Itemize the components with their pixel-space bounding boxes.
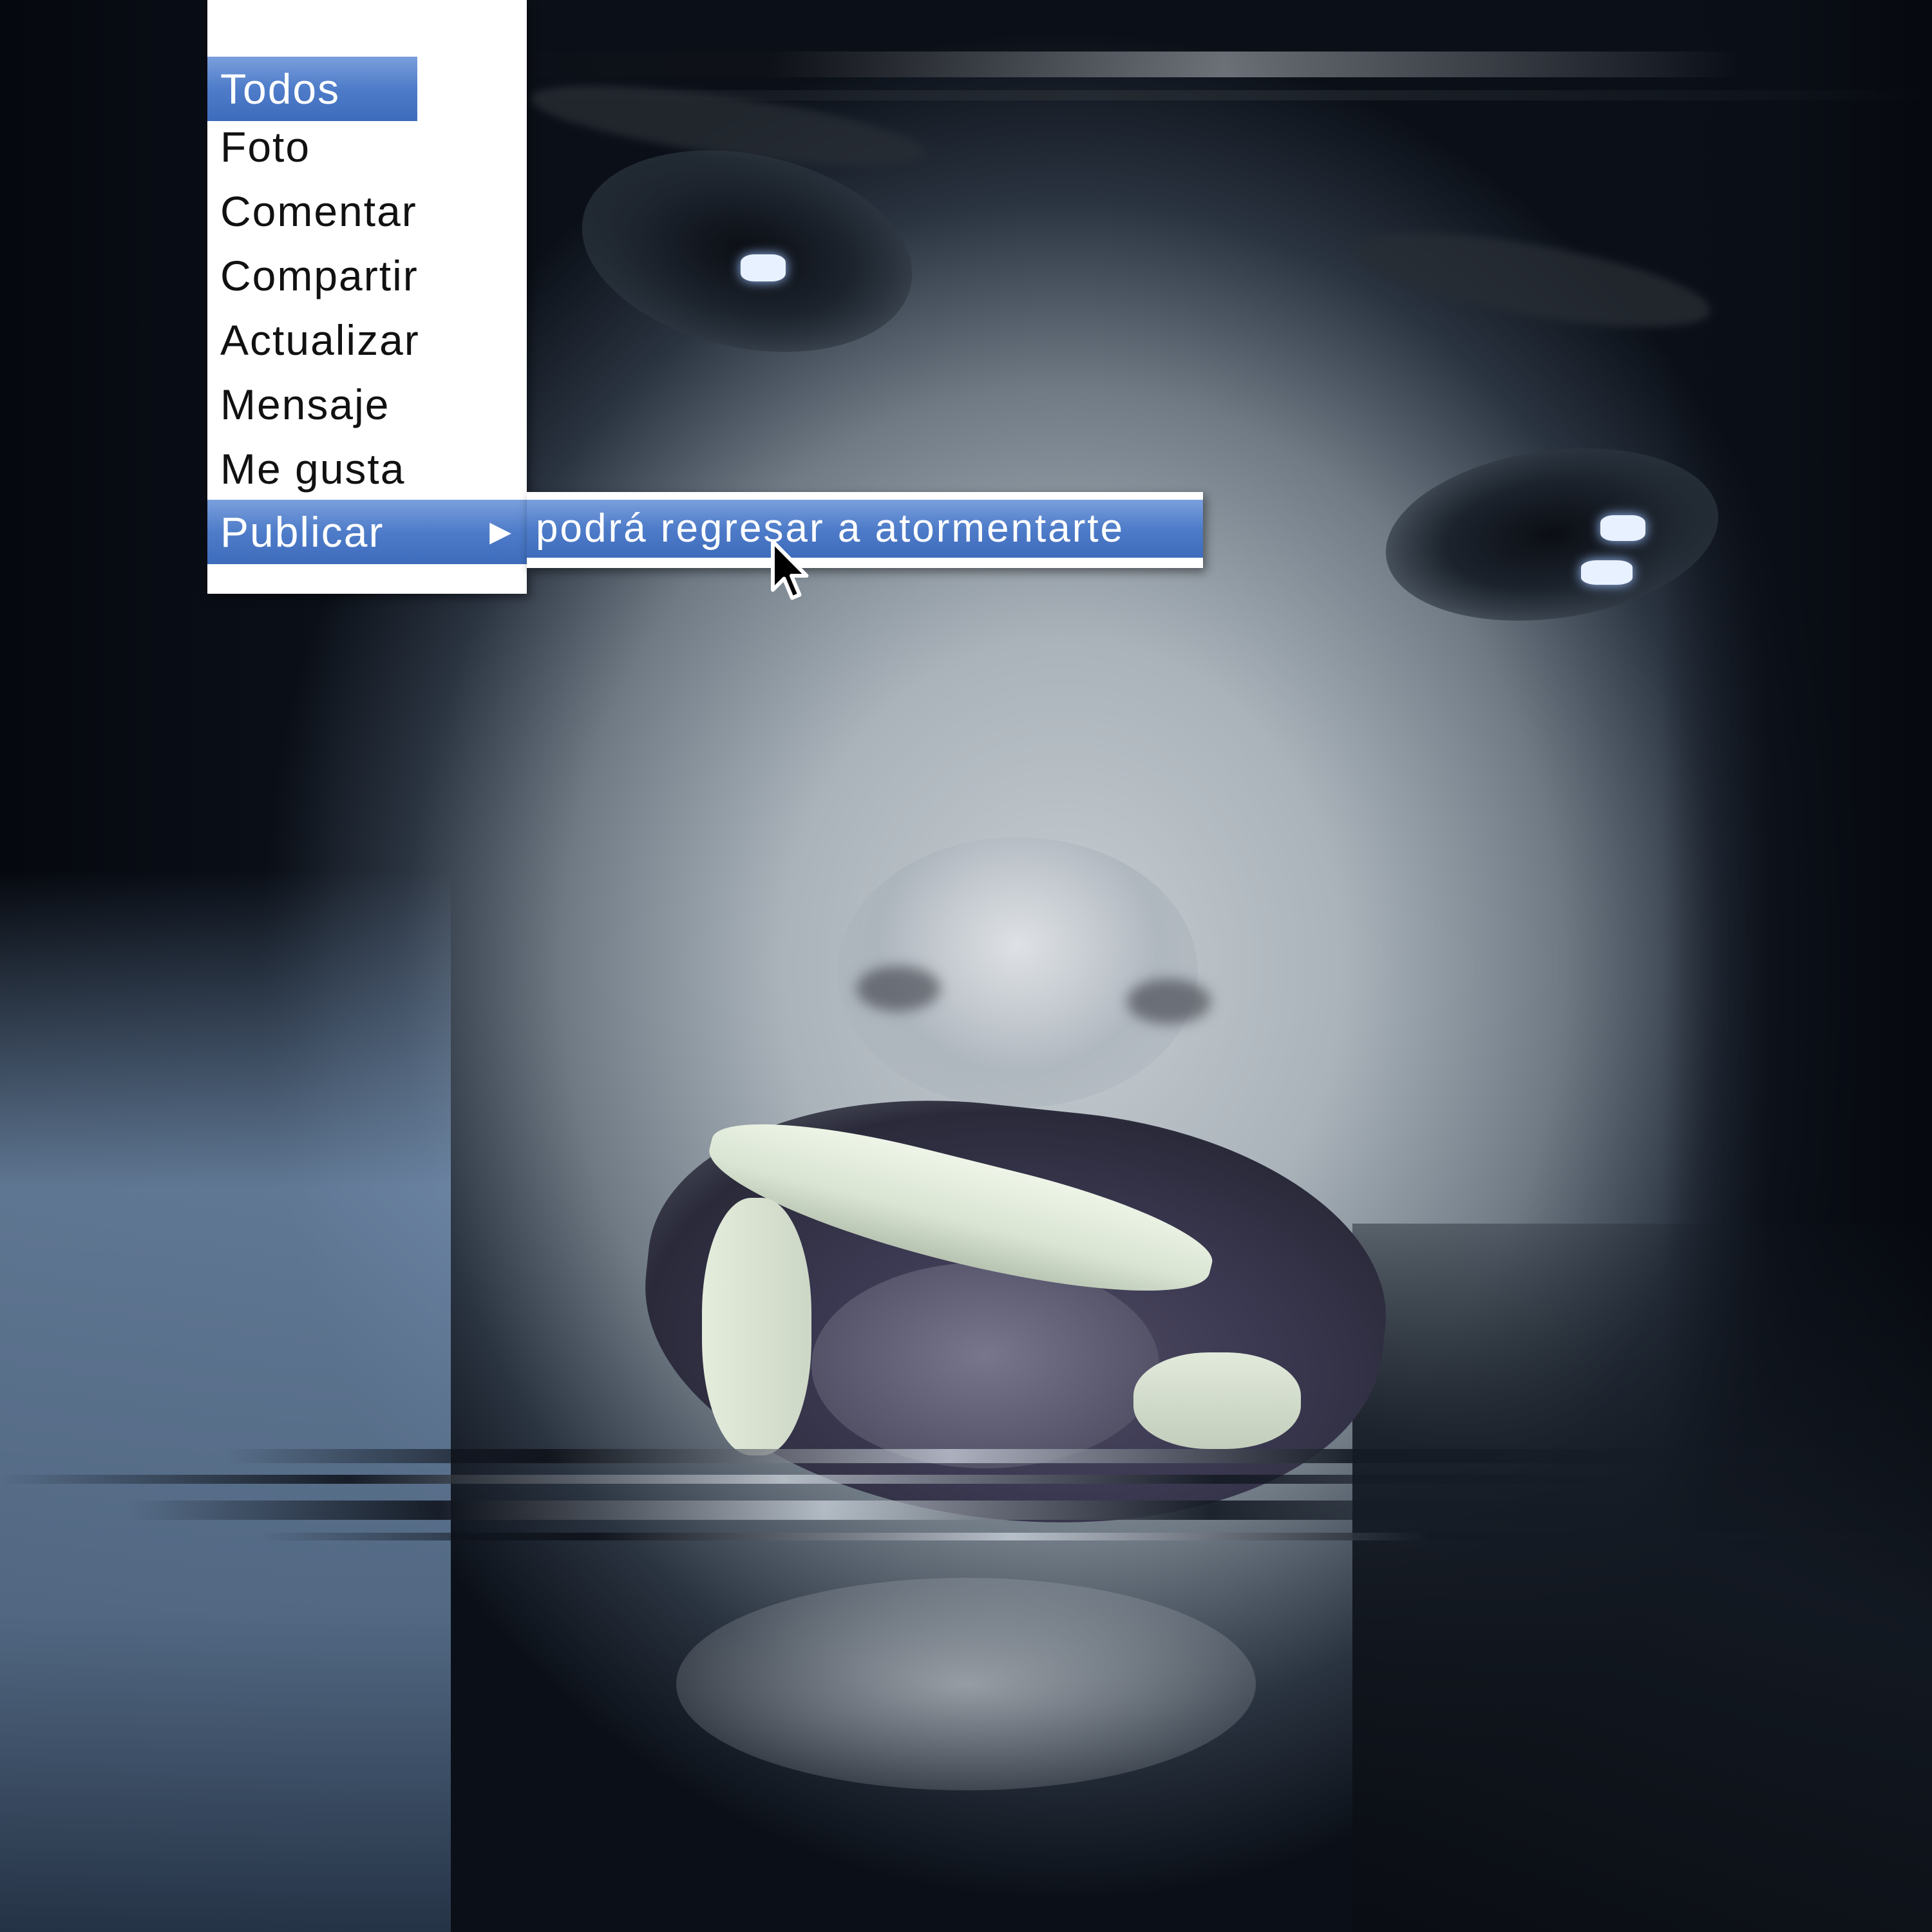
menu-item-label: Actualizar — [220, 316, 420, 364]
glitch-band — [0, 1475, 1739, 1484]
menu-item-label: Comentar — [220, 187, 417, 235]
right-eye-glint-upper — [1600, 515, 1645, 541]
menu-item-compartir[interactable]: Compartir — [207, 243, 527, 308]
glitch-band — [129, 1501, 1674, 1520]
lower-teeth — [1133, 1352, 1301, 1449]
glitch-band — [515, 90, 1932, 100]
context-menu: Todos Foto Comentar Compartir Actualizar… — [207, 0, 527, 594]
menu-item-label: Publicar — [220, 508, 384, 556]
menu-item-mensaje[interactable]: Mensaje — [207, 372, 527, 437]
submenu-item-atormentarte[interactable]: podrá regresar a atormentarte — [527, 500, 1203, 558]
arrow-cursor-icon — [771, 540, 809, 600]
left-nostril — [857, 966, 940, 1011]
menu-item-label: Mensaje — [220, 381, 390, 428]
menu-item-me-gusta[interactable]: Me gusta — [207, 437, 527, 501]
hair-shape — [1352, 1224, 1932, 1932]
menu-item-label: Foto — [220, 123, 311, 171]
jacket-shape — [0, 869, 451, 1932]
tongue — [811, 1262, 1159, 1468]
menu-item-todos[interactable]: Todos — [207, 57, 417, 121]
poster-background: Todos Foto Comentar Compartir Actualizar… — [0, 0, 1932, 1932]
menu-item-actualizar[interactable]: Actualizar — [207, 308, 527, 372]
menu-item-foto[interactable]: Foto — [207, 115, 527, 179]
submenu-item-label: podrá regresar a atormentarte — [536, 506, 1125, 551]
side-teeth — [702, 1198, 811, 1455]
left-eye-glint — [741, 254, 786, 281]
triangle-right-icon: ▶ — [489, 516, 513, 547]
menu-item-publicar[interactable]: Publicar ▶ — [207, 500, 527, 564]
right-eye-glint-lower — [1581, 560, 1633, 585]
chin — [676, 1578, 1256, 1790]
glitch-band — [225, 1449, 1835, 1463]
menu-item-label: Compartir — [220, 252, 419, 299]
menu-item-comentar[interactable]: Comentar — [207, 179, 527, 243]
menu-item-label: Todos — [220, 65, 341, 113]
glitch-band — [451, 52, 1739, 77]
menu-item-label: Me gusta — [220, 445, 406, 493]
glitch-band — [258, 1533, 1932, 1540]
right-nostril — [1127, 979, 1211, 1024]
submenu: podrá regresar a atormentarte — [527, 492, 1203, 568]
